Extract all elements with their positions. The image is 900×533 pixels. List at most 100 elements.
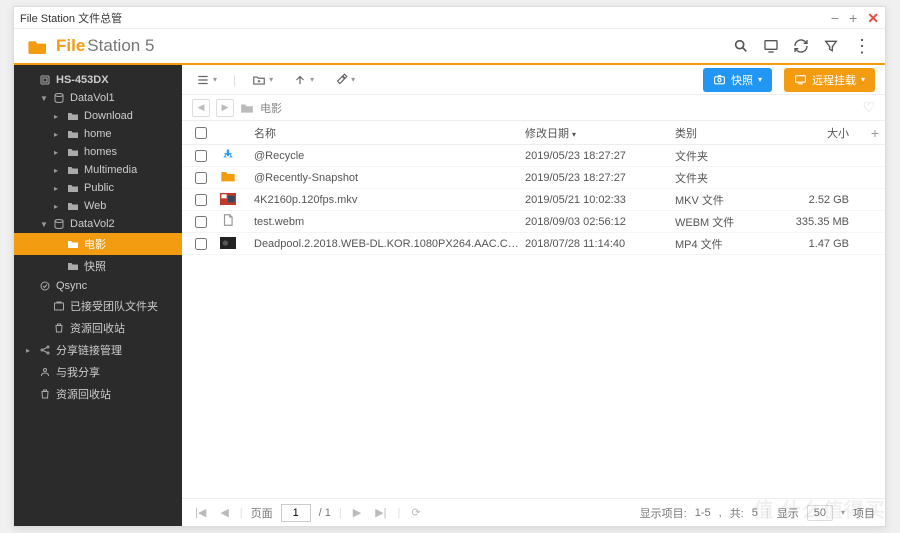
file-row[interactable]: test.webm2018/09/03 02:56:12WEBM 文件335.3…: [182, 211, 885, 233]
file-type: 文件夹: [675, 170, 775, 186]
file-date: 2019/05/23 18:27:27: [525, 150, 675, 162]
file-rows: @Recycle2019/05/23 18:27:27文件夹@Recently-…: [182, 145, 885, 498]
minimize-button[interactable]: −: [831, 11, 839, 25]
tree-item[interactable]: ▼ DataVol2: [14, 215, 182, 233]
file-row[interactable]: @Recycle2019/05/23 18:27:27文件夹: [182, 145, 885, 167]
tree-item[interactable]: ▸Download: [14, 107, 182, 125]
tree-item[interactable]: ▸ Web: [14, 197, 182, 215]
file-row[interactable]: @Recently-Snapshot2019/05/23 18:27:27文件夹: [182, 167, 885, 189]
column-name[interactable]: 名称: [250, 125, 525, 141]
folder-icon: [66, 164, 80, 176]
tree-item[interactable]: ▸Public: [14, 179, 182, 197]
tree-arrow-icon[interactable]: ▼: [40, 94, 48, 103]
pager: |◀ ◀ | 页面 / 1 | ▶ ▶| | ⟳ 显示项目: 1-5 , 共: …: [182, 498, 885, 526]
tree-label: Web: [84, 200, 176, 212]
tree-item[interactable]: ▸分享链接管理: [14, 339, 182, 361]
select-all-checkbox[interactable]: [195, 127, 207, 139]
file-icon: [220, 169, 236, 183]
tree-arrow-icon[interactable]: ▸: [54, 130, 62, 139]
header-actions: ⋮: [733, 36, 871, 57]
tree-arrow-icon[interactable]: ▸: [54, 112, 62, 121]
file-icon: [220, 192, 236, 206]
remote-mount-button[interactable]: 远程挂载▾: [784, 68, 875, 92]
nav-forward-button[interactable]: ▶: [216, 99, 234, 117]
create-folder-button[interactable]: ▾: [248, 70, 277, 90]
tree-label: 与我分享: [56, 364, 176, 380]
window-controls: − + ✕: [831, 11, 879, 25]
column-type[interactable]: 类别: [675, 125, 775, 141]
pager-page-input[interactable]: [281, 504, 311, 522]
tree-item[interactable]: 电影: [14, 233, 182, 255]
tree-item[interactable]: 资源回收站: [14, 317, 182, 339]
column-date[interactable]: 修改日期▾: [525, 125, 675, 141]
maximize-button[interactable]: +: [849, 11, 857, 25]
tree-arrow-icon[interactable]: ▸: [54, 184, 62, 193]
tree-arrow-icon[interactable]: ▸: [54, 166, 62, 175]
pager-first[interactable]: |◀: [192, 506, 209, 519]
tree-item[interactable]: ▸home: [14, 125, 182, 143]
close-button[interactable]: ✕: [867, 11, 879, 25]
nav-back-button[interactable]: ◀: [192, 99, 210, 117]
filter-icon[interactable]: [823, 38, 839, 54]
file-row[interactable]: 4K2160p.120fps.mkv2019/05/21 10:02:33MKV…: [182, 189, 885, 211]
recycle-icon: [52, 322, 66, 334]
app-name: FileStation 5: [56, 36, 154, 56]
pager-prev[interactable]: ◀: [217, 506, 231, 519]
pager-total-count: 5: [752, 507, 758, 519]
tools-button[interactable]: ▾: [330, 70, 359, 90]
more-menu-icon[interactable]: ⋮: [853, 36, 871, 57]
breadcrumb-item[interactable]: 电影: [260, 100, 282, 116]
tree-item[interactable]: Qsync: [14, 277, 182, 295]
pager-next[interactable]: ▶: [350, 506, 364, 519]
volume-icon: [52, 92, 66, 104]
refresh-icon[interactable]: [793, 38, 809, 54]
shared-icon: [38, 366, 52, 378]
tree-arrow-icon[interactable]: ▸: [26, 346, 34, 355]
search-icon[interactable]: [733, 38, 749, 54]
folder-icon: [66, 146, 80, 158]
column-size[interactable]: 大小: [775, 125, 865, 141]
breadcrumb-root-icon[interactable]: [240, 102, 254, 114]
column-add[interactable]: +: [865, 125, 885, 141]
tree-item[interactable]: 资源回收站: [14, 383, 182, 405]
file-size: 2.52 GB: [775, 194, 865, 206]
pager-display-count: 1-5: [695, 507, 711, 519]
volume-icon: [52, 218, 66, 230]
tree-arrow-icon[interactable]: ▼: [40, 220, 48, 229]
tree-arrow-icon[interactable]: ▸: [54, 202, 62, 211]
tree-item[interactable]: 快照: [14, 255, 182, 277]
tree-arrow-icon[interactable]: ▸: [54, 148, 62, 157]
row-checkbox[interactable]: [195, 194, 207, 206]
tree-item[interactable]: HS-453DX: [14, 71, 182, 89]
team-icon: [52, 300, 66, 312]
tree-item[interactable]: ▸homes: [14, 143, 182, 161]
favorite-icon[interactable]: ♡: [862, 99, 875, 116]
file-icon: [220, 147, 236, 161]
file-name: @Recently-Snapshot: [250, 172, 525, 184]
snapshot-button[interactable]: 快照▾: [703, 68, 772, 92]
file-row[interactable]: Deadpool.2.2018.WEB-DL.KOR.1080PX264.AAC…: [182, 233, 885, 255]
row-checkbox[interactable]: [195, 216, 207, 228]
file-type: MP4 文件: [675, 236, 775, 252]
remote-screen-icon[interactable]: [763, 38, 779, 54]
view-mode-button[interactable]: ▾: [192, 70, 221, 90]
pager-show-value[interactable]: 50: [807, 505, 833, 521]
pager-last[interactable]: ▶|: [372, 506, 389, 519]
tree-label: 资源回收站: [56, 386, 176, 402]
upload-button[interactable]: ▾: [289, 70, 318, 90]
tree-label: DataVol2: [70, 218, 176, 230]
tree-item[interactable]: ▼DataVol1: [14, 89, 182, 107]
pager-refresh[interactable]: ⟳: [408, 506, 423, 519]
sidebar-tree[interactable]: HS-453DX▼DataVol1▸Download▸home▸homes▸Mu…: [14, 65, 182, 526]
file-icon: [220, 213, 236, 227]
tree-item[interactable]: 已接受团队文件夹: [14, 295, 182, 317]
tree-item[interactable]: 与我分享: [14, 361, 182, 383]
breadcrumb-bar: ◀ ▶ 电影 ♡: [182, 95, 885, 121]
tree-item[interactable]: ▸Multimedia: [14, 161, 182, 179]
body: HS-453DX▼DataVol1▸Download▸home▸homes▸Mu…: [14, 65, 885, 526]
folder-sel-icon: [66, 238, 80, 250]
row-checkbox[interactable]: [195, 150, 207, 162]
row-checkbox[interactable]: [195, 238, 207, 250]
folder-icon: [66, 260, 80, 272]
row-checkbox[interactable]: [195, 172, 207, 184]
